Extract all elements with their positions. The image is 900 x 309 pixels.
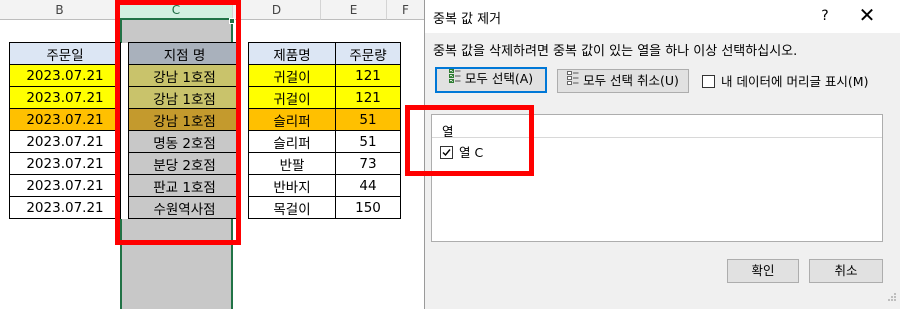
table-cell[interactable]: 2023.07.21 (9, 86, 121, 109)
header-cell[interactable]: 주문일 (9, 42, 121, 65)
dialog-titlebar[interactable]: 중복 값 제거 ? ✕ (425, 0, 900, 33)
highlight-box-column-c (115, 0, 241, 245)
gap-cell (240, 108, 249, 131)
table-cell[interactable]: 121 (335, 64, 401, 87)
column-header-e[interactable]: E (321, 0, 387, 20)
unselect-all-label: 모두 선택 취소(U) (583, 73, 679, 88)
column-header-f[interactable]: F (387, 0, 425, 20)
headers-checkbox-box[interactable] (702, 75, 715, 88)
gap-cell (240, 174, 249, 197)
select-all-label: 모두 선택(A) (464, 71, 534, 86)
gap-cell (240, 152, 249, 175)
table-cell[interactable]: 73 (335, 152, 401, 175)
table-cell[interactable]: 반팔 (248, 152, 336, 175)
unselect-all-icon (567, 70, 579, 92)
dialog-description: 중복 값을 삭제하려면 중복 값이 있는 열을 하나 이상 선택하십시오. (433, 44, 798, 59)
gap-cell (240, 86, 249, 109)
gap-cell (240, 64, 249, 87)
table-cell[interactable]: 귀걸이 (248, 86, 336, 109)
table-cell[interactable]: 121 (335, 86, 401, 109)
help-button[interactable]: ? (815, 6, 835, 26)
dialog-title: 중복 값 제거 (433, 12, 502, 27)
gap-cell (240, 196, 249, 219)
cancel-button[interactable]: 취소 (809, 259, 883, 283)
table-cell[interactable]: 슬리퍼 (248, 130, 336, 153)
gap-cell (240, 42, 249, 65)
headers-checkbox[interactable]: 내 데이터에 머리글 표시(M) (702, 71, 868, 90)
table-cell[interactable]: 목걸이 (248, 196, 336, 219)
table-cell[interactable]: 2023.07.21 (9, 196, 121, 219)
select-all-icon (448, 68, 461, 89)
column-header-d[interactable]: D (233, 0, 321, 20)
table-cell[interactable]: 150 (335, 196, 401, 219)
table-cell[interactable]: 51 (335, 130, 401, 153)
header-cell[interactable]: 제품명 (248, 42, 336, 65)
header-cell[interactable]: 주문량 (335, 42, 401, 65)
table-cell[interactable]: 슬리퍼 (248, 108, 336, 131)
table-cell[interactable]: 2023.07.21 (9, 152, 121, 175)
table-cell[interactable]: 2023.07.21 (9, 174, 121, 197)
ok-button[interactable]: 확인 (727, 259, 799, 283)
table-cell[interactable]: 2023.07.21 (9, 64, 121, 87)
gap-cell (240, 130, 249, 153)
table-cell[interactable]: 귀걸이 (248, 64, 336, 87)
select-all-button[interactable]: 모두 선택(A) (435, 67, 547, 93)
table-cell[interactable]: 2023.07.21 (9, 108, 121, 131)
table-cell[interactable]: 44 (335, 174, 401, 197)
table-cell[interactable]: 반바지 (248, 174, 336, 197)
table-cell[interactable]: 51 (335, 108, 401, 131)
unselect-all-button[interactable]: 모두 선택 취소(U) (557, 69, 689, 93)
highlight-box-column-list (405, 105, 534, 176)
close-button[interactable]: ✕ (855, 4, 879, 28)
column-header-b[interactable]: B (0, 0, 120, 20)
headers-checkbox-label: 내 데이터에 머리글 표시(M) (721, 74, 869, 89)
resize-grip-icon[interactable] (887, 292, 897, 302)
spreadsheet-area: B C D E F 주문일 지점 명 제품명 주문량 2023.07.21 강남… (0, 0, 425, 309)
table-cell[interactable]: 2023.07.21 (9, 130, 121, 153)
